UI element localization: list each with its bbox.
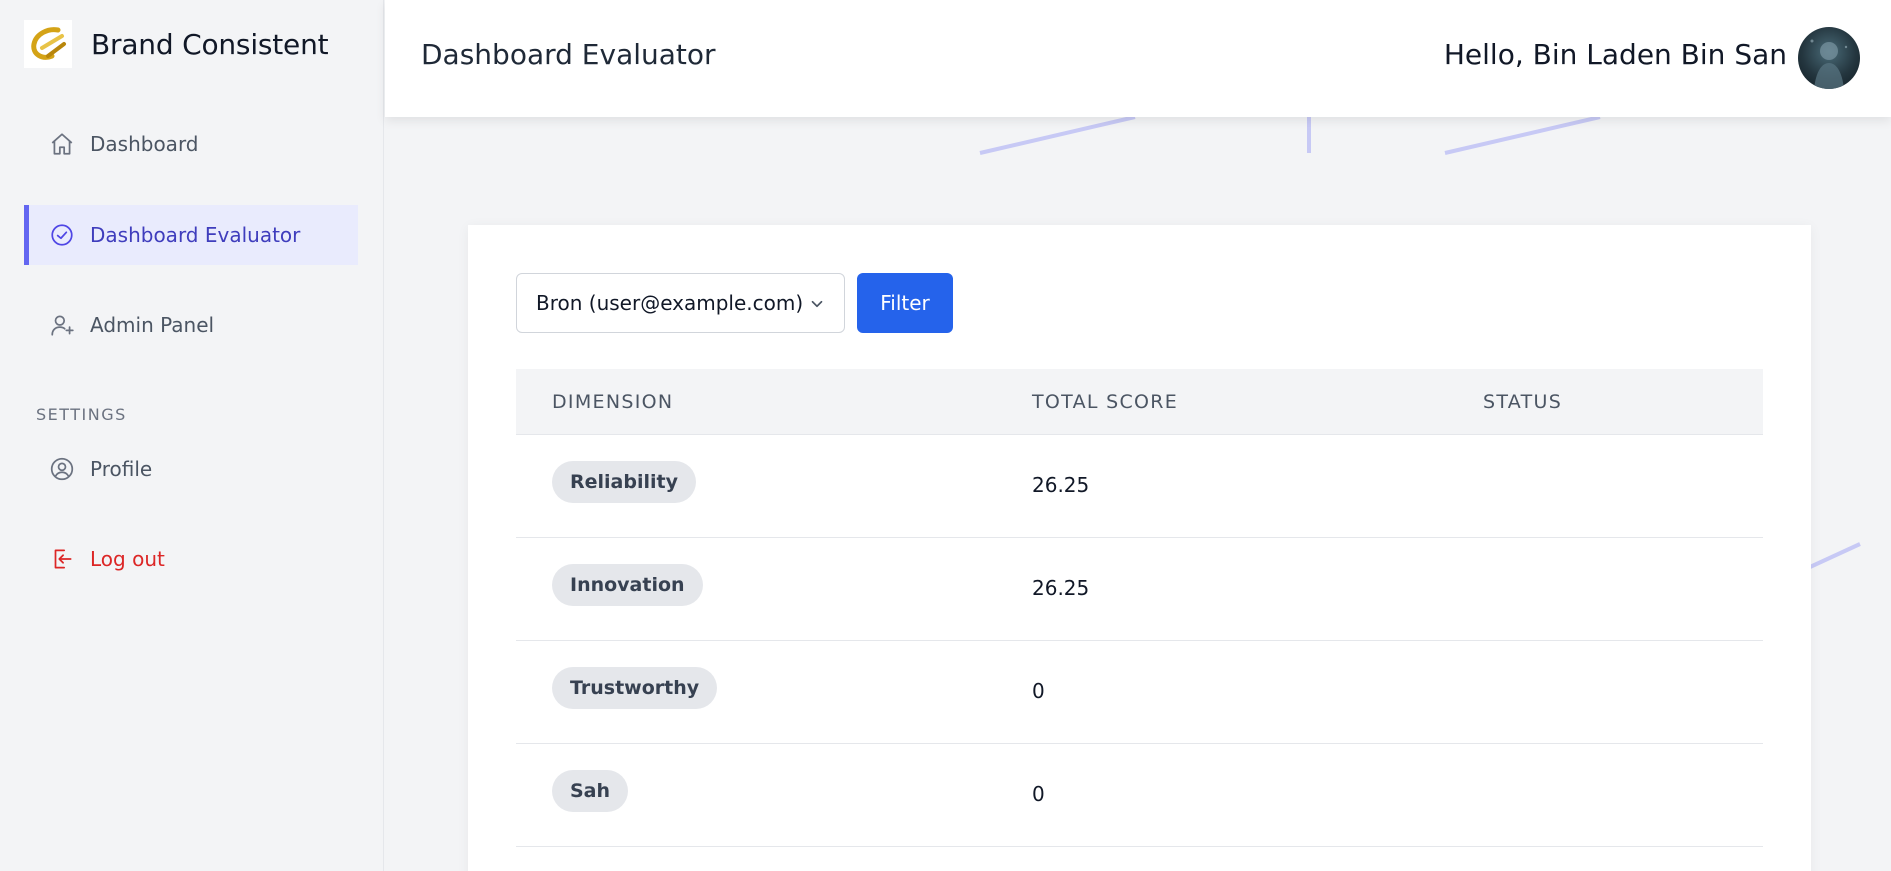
sidebar-item-label: Dashboard	[90, 132, 199, 156]
sidebar-item-label: Log out	[90, 547, 165, 571]
column-header-total-score: TOTAL SCORE	[1032, 391, 1179, 413]
dimension-badge: Reliability	[552, 461, 696, 503]
brand-name: Brand Consistent	[91, 27, 329, 61]
settings-heading: SETTINGS	[36, 405, 127, 424]
user-select-value: Bron (user@example.com)	[536, 291, 804, 315]
user-circle-icon	[48, 455, 76, 483]
user-plus-icon	[48, 311, 76, 339]
dimension-badge: Trustworthy	[552, 667, 718, 709]
home-icon	[48, 130, 76, 158]
sidebar: Brand Consistent Dashboard Dashboard Eva…	[0, 0, 384, 871]
sidebar-item-logout[interactable]: Log out	[24, 529, 358, 589]
logout-icon	[48, 545, 76, 573]
sidebar-item-label: Admin Panel	[90, 313, 215, 337]
filter-button[interactable]: Filter	[857, 273, 953, 333]
check-badge-icon	[48, 221, 76, 249]
brand[interactable]: Brand Consistent	[24, 20, 329, 68]
table-row: Sah 0	[516, 744, 1763, 847]
table-row: Trustworthy 0	[516, 641, 1763, 744]
sidebar-item-dashboard-evaluator[interactable]: Dashboard Evaluator	[24, 205, 358, 265]
top-header: Dashboard Evaluator Hello, Bin Laden Bin…	[385, 0, 1891, 117]
sidebar-item-profile[interactable]: Profile	[24, 439, 358, 499]
dimension-badge: Innovation	[552, 564, 703, 606]
chevron-down-icon	[808, 294, 826, 318]
total-score: 0	[1032, 679, 1045, 703]
dimension-badge: Sah	[552, 770, 629, 812]
sidebar-item-label: Dashboard Evaluator	[90, 223, 301, 247]
total-score: 26.25	[1032, 473, 1090, 497]
sidebar-item-admin-panel[interactable]: Admin Panel	[24, 295, 358, 355]
page-title: Dashboard Evaluator	[421, 38, 716, 71]
sidebar-item-label: Profile	[90, 457, 153, 481]
total-score: 26.25	[1032, 576, 1090, 600]
sidebar-item-dashboard[interactable]: Dashboard	[24, 114, 358, 174]
avatar[interactable]	[1798, 27, 1860, 89]
user-select[interactable]: Bron (user@example.com)	[516, 273, 845, 333]
evaluator-card: Bron (user@example.com) Filter DIMENSION…	[468, 225, 1811, 871]
column-header-dimension: DIMENSION	[552, 391, 674, 413]
scores-table: DIMENSION TOTAL SCORE STATUS Reliability…	[516, 369, 1763, 847]
total-score: 0	[1032, 782, 1045, 806]
column-header-status: STATUS	[1483, 391, 1563, 413]
user-greeting: Hello, Bin Laden Bin San	[1443, 38, 1787, 71]
table-header: DIMENSION TOTAL SCORE STATUS	[516, 369, 1763, 435]
table-row: Reliability 26.25	[516, 435, 1763, 538]
brand-logo	[24, 20, 72, 68]
table-row: Innovation 26.25	[516, 538, 1763, 641]
